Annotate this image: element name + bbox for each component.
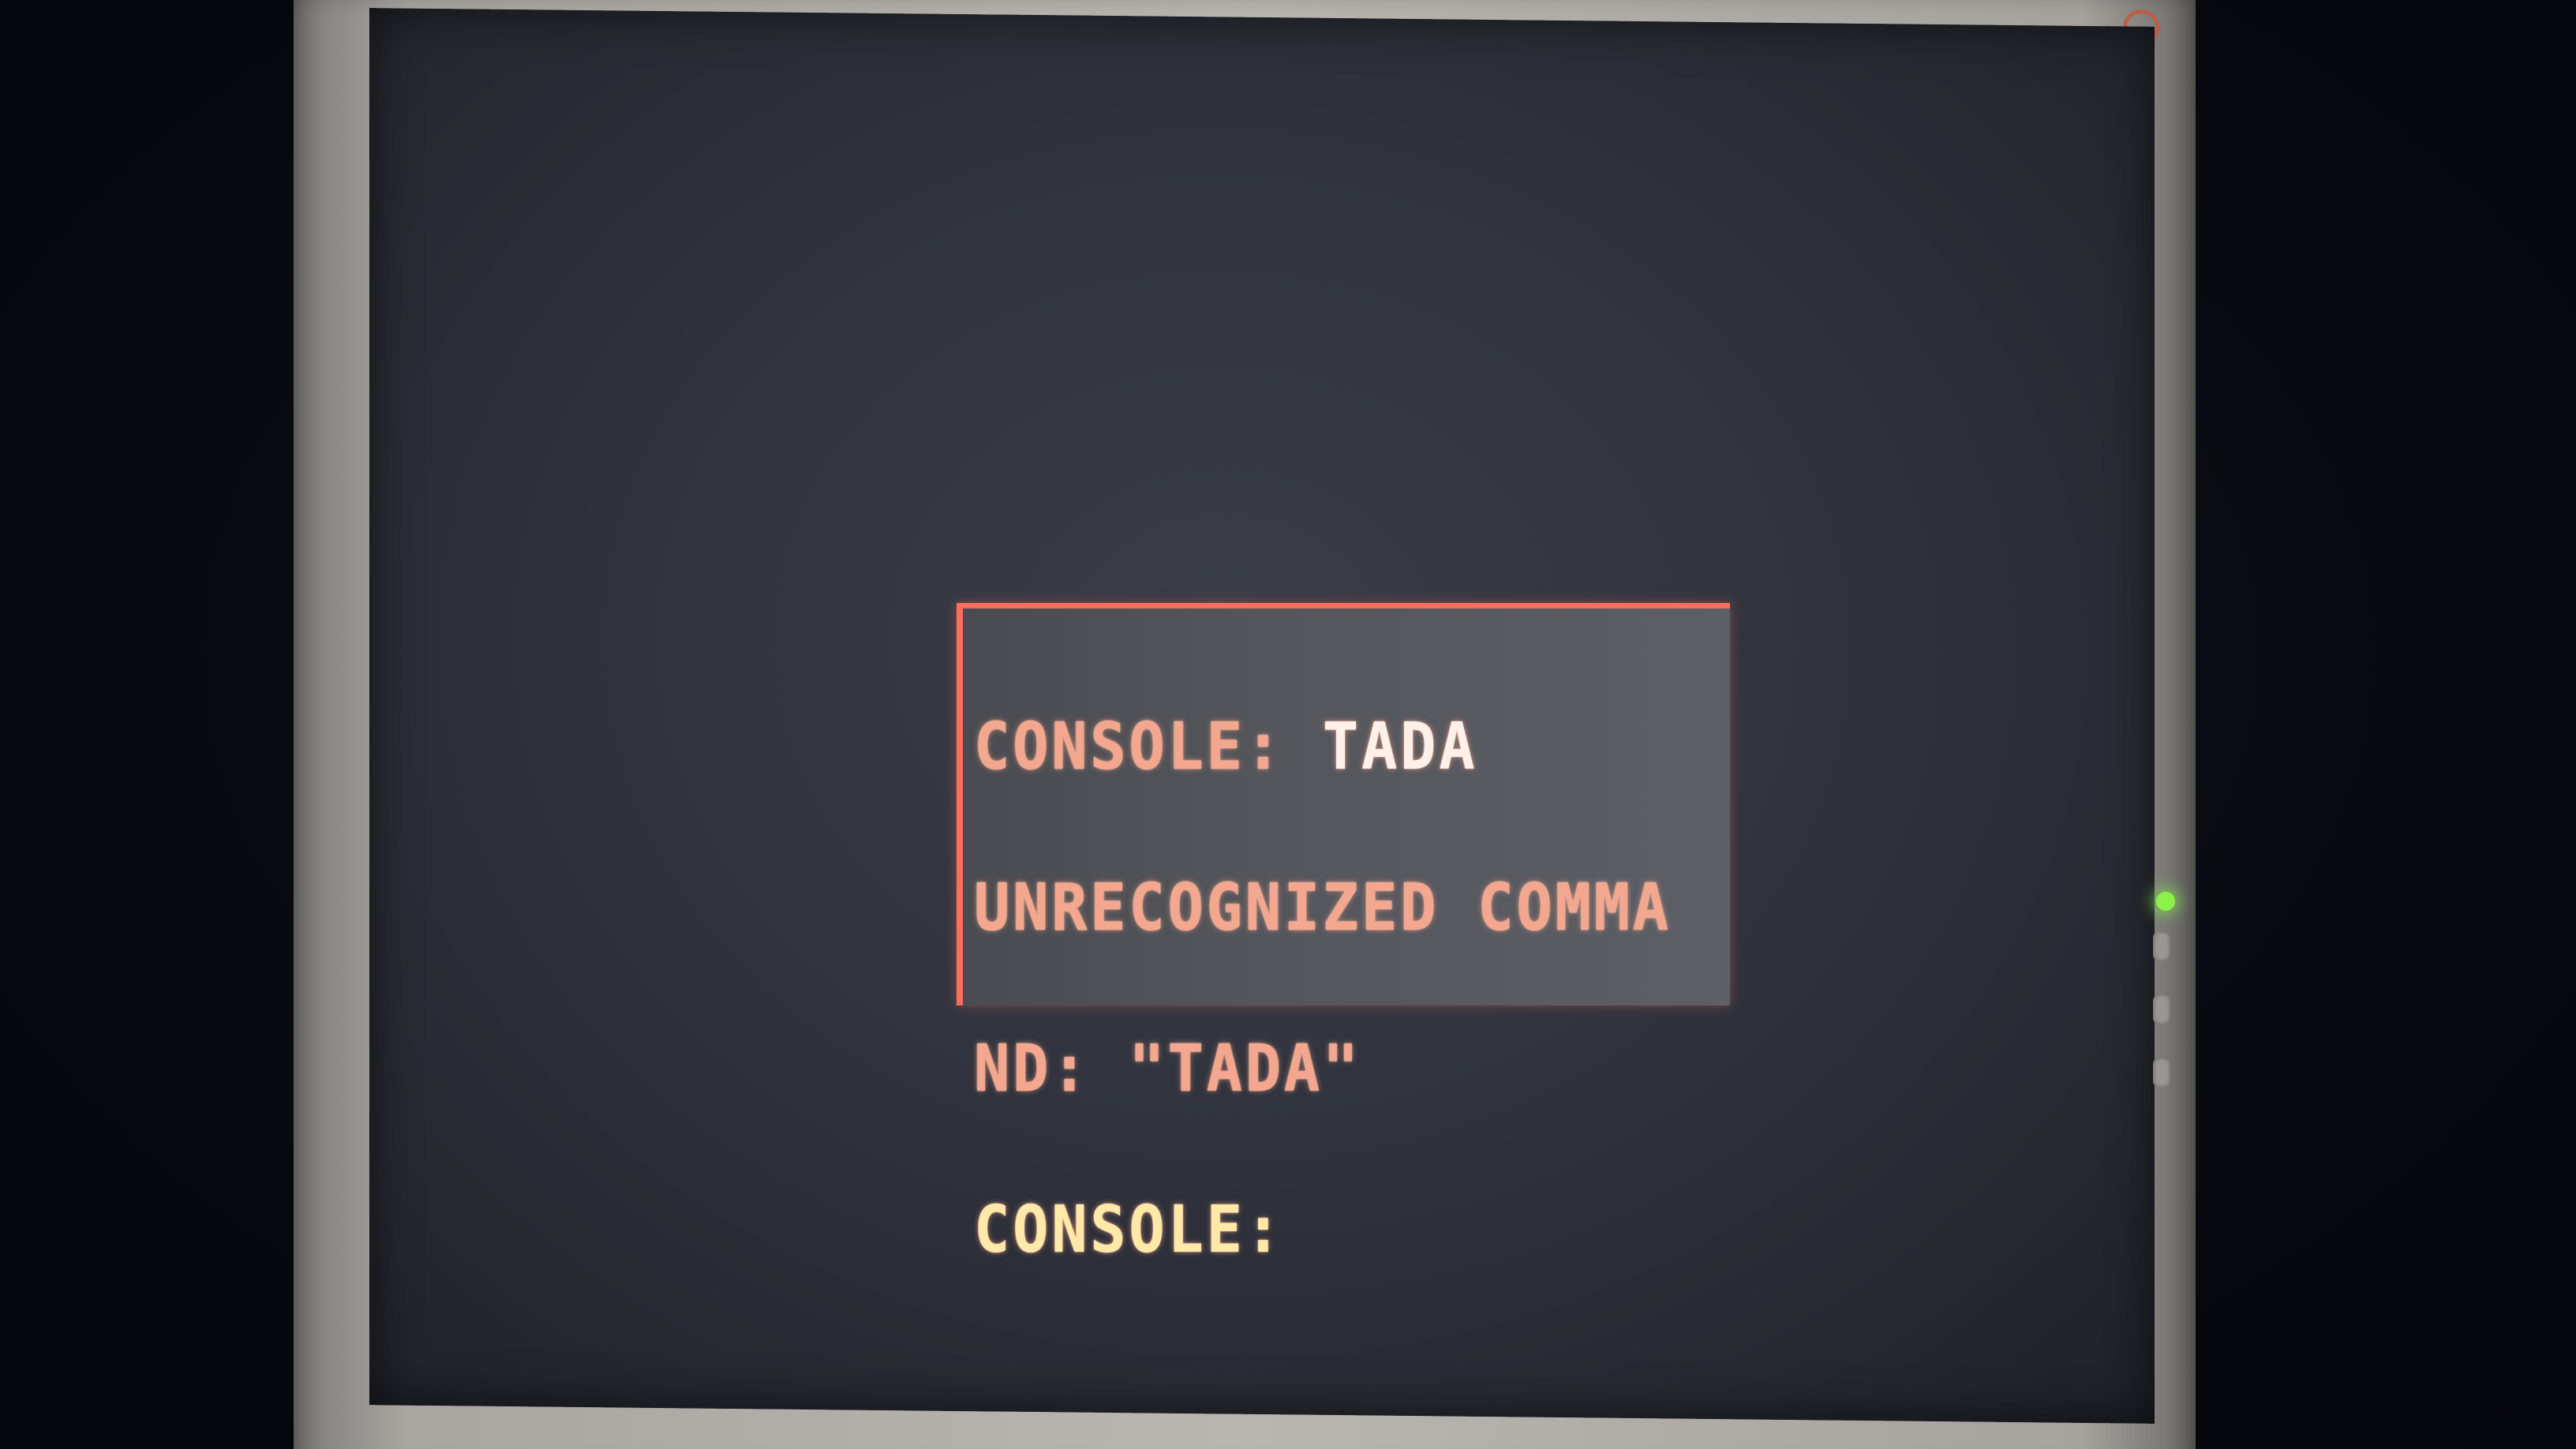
monitor-button-2[interactable]	[2153, 994, 2170, 1024]
console-line-2: UNRECOGNIZED COMMA	[974, 871, 1672, 945]
monitor-button-1[interactable]	[2153, 931, 2170, 961]
photo-scene: CONSOLE: TADA UNRECOGNIZED COMMA ND: "TA…	[0, 0, 2576, 1449]
console-prompt: CONSOLE:	[974, 710, 1323, 784]
console-line-3: ND: "TADA"	[974, 1032, 1361, 1106]
monitor-button-3[interactable]	[2153, 1058, 2170, 1088]
console-output: CONSOLE: TADA UNRECOGNIZED COMMA ND: "TA…	[974, 613, 1672, 1365]
console-line-1: CONSOLE: TADA	[974, 715, 1672, 780]
power-led-icon	[2156, 892, 2175, 911]
console-window[interactable]: CONSOLE: TADA UNRECOGNIZED COMMA ND: "TA…	[957, 603, 1730, 1263]
console-typed-command: TADA	[1322, 710, 1478, 784]
console-input-prompt[interactable]: CONSOLE:	[974, 1198, 1672, 1263]
